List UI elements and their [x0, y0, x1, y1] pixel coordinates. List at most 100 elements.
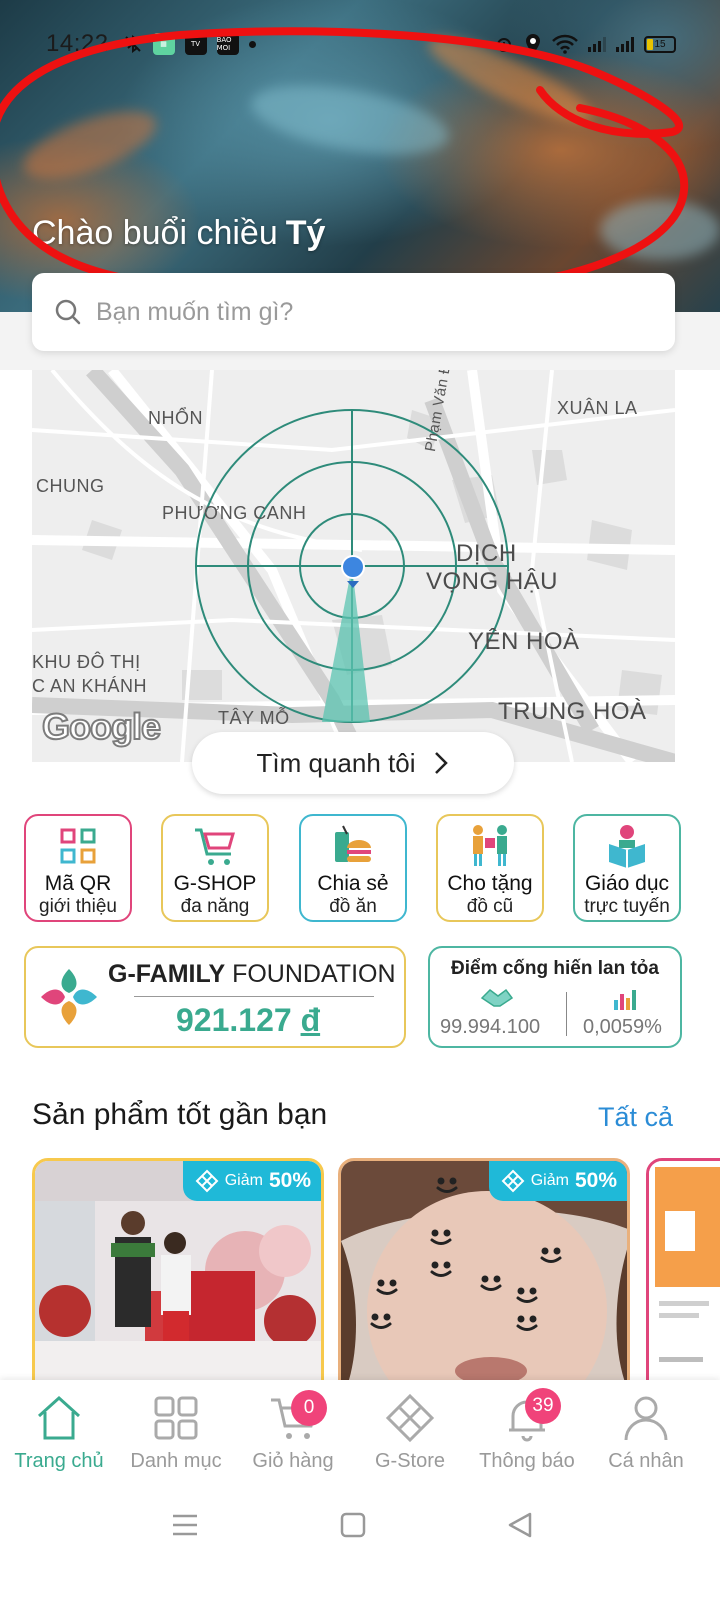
contribution-points-card[interactable]: Điểm cống hiến lan tỏa 99.994.100 0,0059…	[428, 946, 682, 1048]
home-button-icon[interactable]	[340, 1512, 366, 1538]
map-label: PHƯƠNG CANH	[162, 503, 307, 523]
cart-badge: 0	[291, 1390, 327, 1426]
profile-icon	[624, 1396, 668, 1441]
education-icon	[609, 825, 645, 868]
app-notification-icon: ▦	[152, 33, 175, 55]
product-card[interactable]: Giảm 50%	[32, 1158, 324, 1380]
wifi-icon	[552, 34, 578, 54]
shopping-cart-icon	[195, 828, 235, 865]
nav-label: Trang chủ	[14, 1450, 104, 1472]
discount-badge: Giảm 50%	[488, 1161, 627, 1201]
recent-apps-icon[interactable]	[170, 1512, 200, 1538]
qr-code-icon	[60, 828, 96, 864]
handshake-icon	[480, 988, 514, 1007]
tile-sublabel: giới thiệu	[39, 896, 117, 917]
product-carousel: Giảm 50% Giảm 50%	[0, 1158, 720, 1380]
nav-categories[interactable]: Danh mục	[117, 1392, 235, 1473]
nav-profile[interactable]: Cá nhân	[587, 1392, 705, 1473]
tile-sublabel: đồ cũ	[466, 896, 514, 917]
foundation-title-bold: G-FAMILY	[108, 960, 226, 988]
current-location-pin-icon	[341, 555, 365, 588]
foundation-amount: 921.127 đ	[176, 1002, 320, 1039]
tile-qr-referral[interactable]: Mã QR giới thiệu	[24, 814, 132, 922]
greeting-label: Chào buổi chiều	[32, 214, 278, 252]
bottom-navigation: Trang chủ Danh mục 0 Giỏ hàng G-Store 39…	[0, 1380, 720, 1490]
user-name: Tý	[285, 214, 326, 252]
product-photo	[649, 1161, 720, 1380]
gfamily-logo-icon	[41, 969, 97, 1025]
product-card[interactable]: Giảm 50%	[338, 1158, 630, 1380]
points-divider	[566, 992, 567, 1036]
map-label: CHUNG	[36, 476, 105, 496]
foundation-amount-value: 921.127	[176, 1002, 292, 1038]
food-icon	[335, 825, 371, 862]
map-label: TRUNG HOÀ	[498, 698, 647, 725]
google-logo: Google	[41, 705, 162, 748]
chevron-right-icon	[435, 752, 449, 774]
points-title: Điểm cống hiến lan tỏa	[451, 958, 659, 979]
signal-icon	[588, 36, 606, 52]
nav-cart[interactable]: 0 Giỏ hàng	[234, 1390, 352, 1473]
nav-home[interactable]: Trang chủ	[0, 1392, 118, 1473]
map-label: VỌNG HẬU	[426, 568, 559, 595]
discount-prefix: Giảm	[224, 1172, 263, 1189]
map-label: TÂY MỖ	[218, 708, 290, 728]
location-icon	[526, 34, 540, 54]
discount-prefix: Giảm	[530, 1172, 569, 1189]
map-label: YÊN HOÀ	[468, 628, 580, 655]
map-label: NHỔN	[148, 408, 203, 428]
tile-sublabel: đa năng	[180, 896, 250, 917]
tile-label: Giáo dục	[584, 872, 670, 895]
tile-sublabel: đồ ăn	[329, 896, 377, 917]
nearby-map[interactable]: NHỔN XUÂN LA CHUNG PHƯƠNG CANH Phạm Văn …	[32, 370, 675, 762]
discount-logo-icon	[195, 1169, 219, 1193]
points-value: 99.994.100	[440, 1016, 541, 1038]
foundation-currency: đ	[300, 1002, 321, 1038]
search-icon	[55, 299, 81, 325]
discount-badge: Giảm 50%	[182, 1161, 321, 1201]
status-bar: 14:22 ▦ TV BAO MOI 15	[0, 22, 720, 66]
bluetooth-off-icon	[124, 35, 141, 53]
tile-gshop[interactable]: G-SHOP đa năng	[161, 814, 269, 922]
tile-label: Mã QR	[44, 872, 112, 895]
bar-chart-icon	[614, 990, 636, 1010]
foundation-title-rest: FOUNDATION	[232, 960, 396, 988]
quick-actions: Mã QR giới thiệu G-SHOP đa năng Chia sẻ …	[24, 814, 684, 922]
tile-share-food[interactable]: Chia sẻ đồ ăn	[299, 814, 407, 922]
tile-label: Chia sẻ	[317, 872, 389, 895]
map-label: C AN KHÁNH	[32, 676, 148, 696]
store-logo-icon	[385, 1393, 435, 1443]
nav-label: G-Store	[374, 1450, 446, 1472]
tile-donate-items[interactable]: Cho tặng đồ cũ	[436, 814, 544, 922]
see-all-link[interactable]: Tất cả	[598, 1102, 673, 1133]
app-notification-icon: TV	[184, 33, 207, 55]
nav-label: Cá nhân	[608, 1450, 684, 1472]
discount-value: 50%	[574, 1169, 617, 1192]
tile-sublabel: trực tuyến	[584, 896, 670, 917]
tile-label: G-SHOP	[173, 872, 257, 895]
baomoi-notification-icon: BAO MOI	[216, 33, 239, 55]
section-title: Sản phẩm tốt gần bạn	[32, 1098, 328, 1131]
find-nearby-button[interactable]: Tìm quanh tôi	[192, 732, 514, 794]
more-notifications-dot	[248, 40, 256, 48]
nav-gstore[interactable]: G-Store	[351, 1392, 469, 1473]
nav-label: Thông báo	[479, 1450, 575, 1472]
back-button-icon[interactable]	[506, 1511, 534, 1539]
search-input[interactable]	[96, 297, 656, 327]
map-label: XUÂN LA	[557, 398, 638, 418]
map-label: DỊCH	[456, 540, 517, 567]
foundation-title: G-FAMILY FOUNDATION	[108, 960, 396, 989]
search-bar[interactable]	[32, 273, 675, 351]
battery-icon: 15	[644, 35, 676, 53]
system-navigation-bar	[0, 1490, 720, 1600]
signal-icon	[616, 36, 634, 52]
map-label: KHU ĐÔ THỊ	[32, 652, 141, 672]
foundation-divider	[134, 996, 374, 997]
alarm-icon	[497, 38, 511, 52]
status-time: 14:22	[46, 30, 109, 57]
product-card[interactable]	[646, 1158, 720, 1380]
nav-notifications[interactable]: 39 Thông báo	[468, 1388, 586, 1473]
discount-value: 50%	[268, 1169, 311, 1192]
foundation-card[interactable]: G-FAMILY FOUNDATION 921.127 đ	[24, 946, 406, 1048]
tile-online-education[interactable]: Giáo dục trực tuyến	[573, 814, 681, 922]
